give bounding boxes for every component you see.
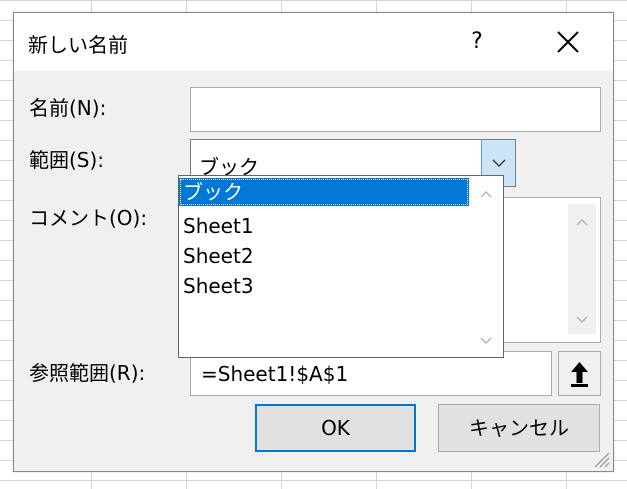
scope-option-book[interactable]: ブック (179, 178, 469, 206)
range-select-button[interactable] (558, 351, 601, 396)
title-bar: 新しい名前 ? (14, 13, 613, 71)
refers-to-value: =Sheet1!$A$1 (201, 362, 349, 386)
refers-to-label: 参照範囲(R): (29, 361, 146, 385)
dialog-title: 新しい名前 (28, 33, 128, 57)
close-button[interactable] (550, 23, 586, 61)
arrow-up-icon (571, 362, 588, 387)
dropdown-scroll-up-icon (480, 191, 492, 198)
dropdown-scrollbar[interactable] (469, 176, 503, 357)
help-button[interactable]: ? (462, 23, 492, 61)
cancel-button[interactable]: キャンセル (438, 404, 600, 452)
scroll-up-icon (576, 219, 588, 226)
name-label: 名前(N): (29, 92, 106, 121)
ok-button[interactable]: OK (255, 404, 416, 452)
comment-label: コメント(O): (29, 206, 148, 230)
comment-scrollbar[interactable] (568, 204, 596, 334)
new-name-dialog: 新しい名前 ? 名前(N): 範囲(S): ブック コメント(O): 参照範囲(… (13, 12, 614, 472)
name-label-text: 名前(N): (29, 96, 107, 120)
scope-option-sheet3[interactable]: Sheet3 (179, 272, 469, 300)
close-icon (557, 31, 579, 53)
scope-label: 範囲(S): (29, 148, 105, 172)
scope-dropdown-list: ブック Sheet1 Sheet2 Sheet3 (178, 175, 504, 358)
scope-option-sheet2[interactable]: Sheet2 (179, 242, 469, 270)
resize-grip-icon[interactable] (591, 449, 611, 469)
name-input[interactable] (190, 87, 601, 132)
dropdown-scroll-down-icon (480, 337, 492, 344)
scroll-down-icon (576, 316, 588, 323)
scope-option-sheet1[interactable]: Sheet1 (179, 212, 469, 240)
